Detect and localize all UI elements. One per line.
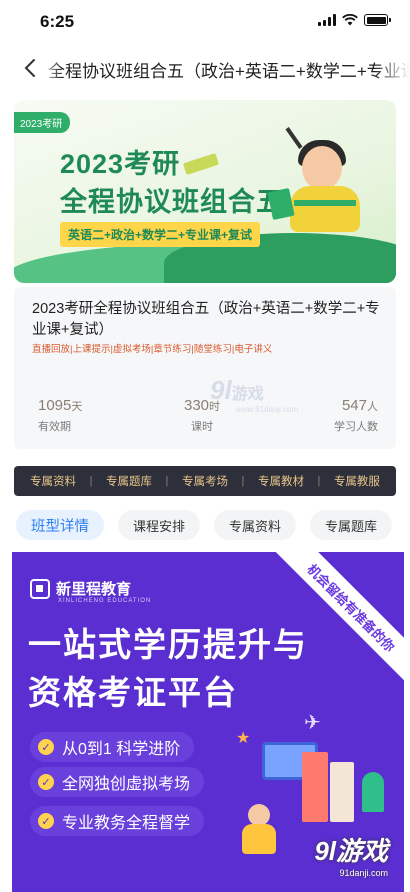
battery-icon — [364, 14, 391, 26]
hero-banner: 2023考研 2023考研 全程协议班组合五 英语二+政治+数学二+专业课+复试 — [14, 100, 396, 283]
selling-point: ✓ 专业教务全程督学 — [30, 806, 205, 836]
stat-hours: 330时 课时 — [184, 397, 220, 434]
watermark-text: 游戏 — [231, 386, 264, 403]
tab-materials[interactable]: 专属资料 — [214, 510, 297, 540]
brand: 新里程教育 XINLICHENG EDUCATION — [30, 578, 150, 604]
student-illustration — [294, 200, 356, 206]
plant-illustration — [362, 772, 384, 812]
star-icon: ★ — [236, 730, 251, 747]
poster-headline: 一站式学历提升与 — [28, 626, 308, 663]
resource-exam-room[interactable]: 专属考场 — [182, 473, 228, 489]
detail-tabs: 班型详情 课程安排 专属资料 专属题库 — [16, 510, 410, 540]
person-illustration — [248, 804, 270, 826]
watermark-url: 91danji.com — [339, 868, 388, 878]
book-illustration — [182, 153, 220, 175]
selling-point-text: 全网独创虚拟考场 — [62, 776, 191, 793]
chevron-left-icon — [24, 59, 35, 77]
course-features: 直播回放|上课提示|虚拟考场|章节练习|随堂练习|电子讲义 — [32, 344, 273, 355]
stat-validity: 1095天 有效期 — [38, 397, 82, 434]
poster-headline: 资格考证平台 — [28, 674, 238, 711]
page-title: 全程协议班组合五（政治+英语二+数学二+专业课 — [48, 62, 410, 81]
resource-textbooks[interactable]: 专属教材 — [258, 473, 304, 489]
separator: | — [89, 475, 93, 487]
stat-unit: 人 — [367, 401, 378, 413]
book-illustration — [330, 762, 354, 822]
stat-unit: 时 — [209, 401, 221, 413]
resource-teaching-service[interactable]: 专属教服 — [334, 473, 380, 489]
brand-name: 新里程教育 — [56, 581, 132, 598]
selling-point-text: 从0到1 科学进阶 — [62, 741, 181, 758]
separator: | — [317, 475, 321, 487]
status-bar: 6:25 — [0, 0, 410, 44]
brand-logo-icon — [30, 578, 50, 599]
tab-schedule[interactable]: 课程安排 — [118, 510, 201, 540]
pencil-illustration — [285, 127, 303, 149]
resource-question-bank[interactable]: 专属题库 — [106, 473, 152, 489]
separator: | — [165, 475, 169, 487]
stat-label: 课时 — [191, 421, 214, 433]
stat-value: 547 — [341, 397, 367, 414]
resource-bar: 专属资料 | 专属题库 | 专属考场 | 专属教材 | 专属教服 — [14, 466, 396, 496]
nav-bar: 全程协议班组合五（政治+英语二+数学二+专业课 — [0, 48, 410, 88]
book-illustration — [302, 752, 328, 822]
stat-value: 330 — [184, 397, 210, 414]
resource-materials[interactable]: 专属资料 — [30, 473, 76, 489]
course-info-card: 2023考研全程协议班组合五（政治+英语二+数学二+专业课+复试） 直播回放|上… — [14, 287, 396, 449]
hero-subtitle: 全程协议班组合五 — [60, 187, 284, 217]
separator: | — [241, 475, 245, 487]
stat-value: 1095 — [38, 397, 72, 414]
hero-tag: 2023考研 — [14, 112, 71, 133]
status-icons — [318, 14, 391, 26]
check-icon: ✓ — [38, 739, 54, 755]
ribbon-text: 机会留给有准备的你 — [304, 561, 398, 655]
brand-name-en: XINLICHENG EDUCATION — [58, 598, 152, 604]
book-illustration — [267, 188, 295, 220]
stat-label: 有效期 — [38, 421, 71, 433]
stat-label: 学习人数 — [334, 421, 378, 433]
check-icon: ✓ — [38, 774, 54, 790]
watermark-logo: 9l游戏 — [314, 836, 388, 866]
selling-point: ✓ 全网独创虚拟考场 — [30, 767, 205, 797]
student-illustration — [302, 146, 342, 190]
signal-icon — [318, 14, 336, 26]
hero-title: 2023考研 — [60, 149, 181, 179]
wifi-icon — [342, 14, 358, 26]
tab-class-details[interactable]: 班型详情 — [16, 510, 104, 540]
tab-question-bank[interactable]: 专属题库 — [310, 510, 393, 540]
selling-point: ✓ 从0到1 科学进阶 — [30, 732, 195, 762]
student-illustration — [290, 186, 360, 232]
status-time: 6:25 — [40, 12, 75, 31]
selling-point-text: 专业教务全程督学 — [62, 815, 191, 832]
hero-subjects: 英语二+政治+数学二+专业课+复试 — [60, 222, 261, 247]
bottom-watermark: 9l游戏 91danji.com — [314, 831, 388, 878]
paper-plane-icon: ✈ — [304, 712, 321, 734]
check-icon: ✓ — [38, 813, 54, 829]
course-title: 2023考研全程协议班组合五（政治+英语二+数学二+专业课+复试） — [32, 301, 380, 338]
person-illustration — [242, 824, 276, 854]
promo-poster: 机会留给有准备的你 新里程教育 XINLICHENG EDUCATION 一站式… — [12, 552, 404, 892]
back-button[interactable] — [16, 54, 44, 82]
stat-learners: 547人 学习人数 — [334, 397, 378, 434]
stat-unit: 天 — [71, 401, 83, 413]
watermark: 9l游戏 www.91danji.com — [210, 375, 320, 415]
watermark-url: www.91danji.com — [236, 405, 299, 414]
